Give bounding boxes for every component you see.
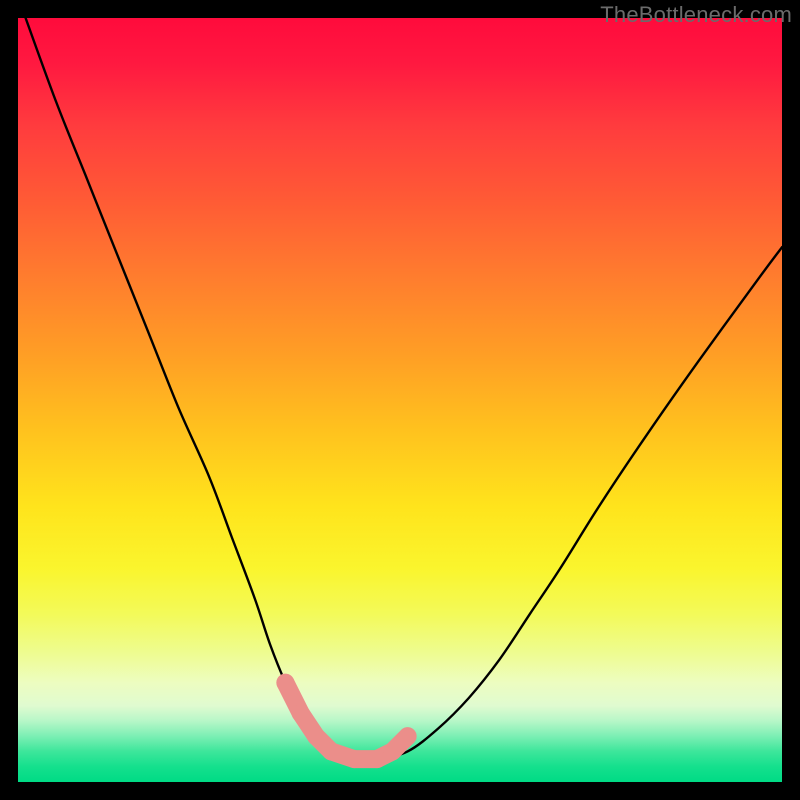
trough-marker-dot — [322, 742, 340, 760]
trough-marker-dot — [292, 704, 310, 722]
trough-marker-dot — [399, 727, 417, 745]
watermark-text: TheBottleneck.com — [600, 2, 792, 28]
trough-marker-dot — [345, 750, 363, 768]
bottleneck-curve-line — [26, 18, 782, 760]
trough-marker-dot — [276, 674, 294, 692]
trough-marker-group — [276, 674, 416, 768]
trough-marker-dot — [368, 750, 386, 768]
trough-marker-dot — [307, 727, 325, 745]
trough-marker-dot — [383, 742, 401, 760]
chart-area — [18, 18, 782, 782]
chart-svg — [18, 18, 782, 782]
